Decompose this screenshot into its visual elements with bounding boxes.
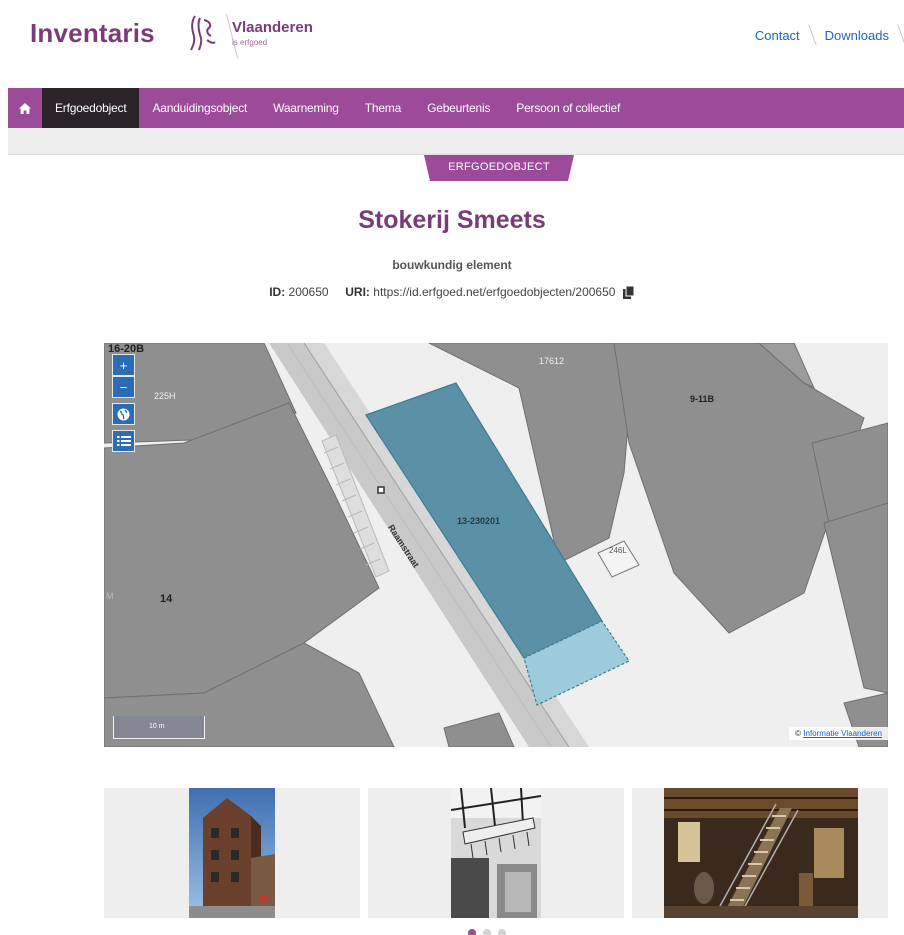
logo-name: Vlaanderen [232, 19, 313, 36]
zoom-out-glyph: − [119, 379, 128, 395]
uri-label: URI: [345, 285, 370, 299]
map-label-parcel: 9-11B [690, 394, 715, 404]
map-label-parcel: 17612 [539, 356, 565, 366]
map-canvas[interactable] [104, 343, 888, 747]
map-label-parcel: 246L [609, 546, 627, 555]
main-nav: Erfgoedobject Aanduidingsobject Waarnemi… [8, 88, 904, 128]
map-scalebar: 10 m [113, 716, 205, 739]
site-brand[interactable]: Inventaris [30, 18, 155, 49]
lion-icon [190, 15, 216, 51]
globe-icon [117, 408, 130, 420]
site-header: Inventaris Vlaanderen is erfgoed Contact… [0, 0, 904, 88]
attribution-link[interactable]: Informatie Vlaanderen [803, 729, 882, 738]
page-title: Stokerij Smeets [358, 206, 546, 234]
gallery-item[interactable] [632, 788, 888, 918]
record-identifiers: ID: 200650 URI: https://id.erfgoed.net/e… [0, 285, 904, 299]
record-subtitle: bouwkundig element [392, 258, 512, 272]
gallery-item[interactable] [104, 788, 360, 918]
attribution-prefix: © [795, 729, 802, 738]
pagination-dot[interactable] [483, 929, 491, 935]
layers-button[interactable] [112, 430, 135, 452]
zoom-out-button[interactable]: − [112, 376, 135, 398]
gallery-pagination [468, 929, 506, 935]
map-label-parcel: M [106, 591, 114, 601]
list-icon [116, 436, 131, 446]
id-value: 200650 [288, 285, 329, 299]
zoom-in-button[interactable]: + [112, 354, 135, 376]
vlaanderen-logo[interactable]: Vlaanderen is erfgoed [185, 12, 325, 60]
copy-icon[interactable] [622, 286, 635, 299]
photo-interior-stairs[interactable] [664, 788, 858, 918]
map-attribution: © Informatie Vlaanderen [789, 727, 888, 740]
top-links: Contact Downloads [743, 24, 904, 46]
globe-button[interactable] [112, 403, 135, 425]
map-label-parcel: 225H [154, 391, 176, 401]
nav-item-thema[interactable]: Thema [352, 88, 414, 128]
contact-link[interactable]: Contact [743, 28, 812, 43]
nav-item-waarneming[interactable]: Waarneming [260, 88, 352, 128]
pagination-dot[interactable] [498, 929, 506, 935]
nav-item-erfgoedobject[interactable]: Erfgoedobject [42, 88, 140, 128]
nav-home[interactable] [8, 88, 42, 128]
nav-item-aanduidingsobject[interactable]: Aanduidingsobject [139, 88, 260, 128]
uri-value: https://id.erfgoed.net/erfgoedobjecten/2… [373, 285, 616, 299]
nav-item-persoon-of-collectief[interactable]: Persoon of collectief [503, 88, 633, 128]
logo-tagline: is erfgoed [232, 38, 268, 47]
home-icon [19, 102, 31, 114]
map-viewer[interactable]: 16-20B 225H 17612 9-11B 13-230201 246L 1… [104, 343, 888, 747]
sub-bar [8, 128, 904, 155]
id-label: ID: [269, 285, 286, 299]
downloads-link[interactable]: Downloads [813, 28, 901, 43]
nav-item-gebeurtenis[interactable]: Gebeurtenis [414, 88, 503, 128]
type-ribbon: ERFGOEDOBJECT [424, 155, 574, 181]
zoom-in-glyph: + [119, 357, 128, 373]
map-label-parcel: 13-230201 [457, 516, 501, 526]
type-label: ERFGOEDOBJECT [448, 161, 550, 173]
pagination-dot-active[interactable] [468, 929, 476, 935]
map-label-parcel: 14 [160, 593, 173, 605]
scale-label: 10 m [149, 723, 165, 730]
photo-interior-bw[interactable] [451, 788, 541, 918]
photo-building-exterior[interactable] [189, 788, 275, 918]
gallery-item[interactable] [368, 788, 624, 918]
